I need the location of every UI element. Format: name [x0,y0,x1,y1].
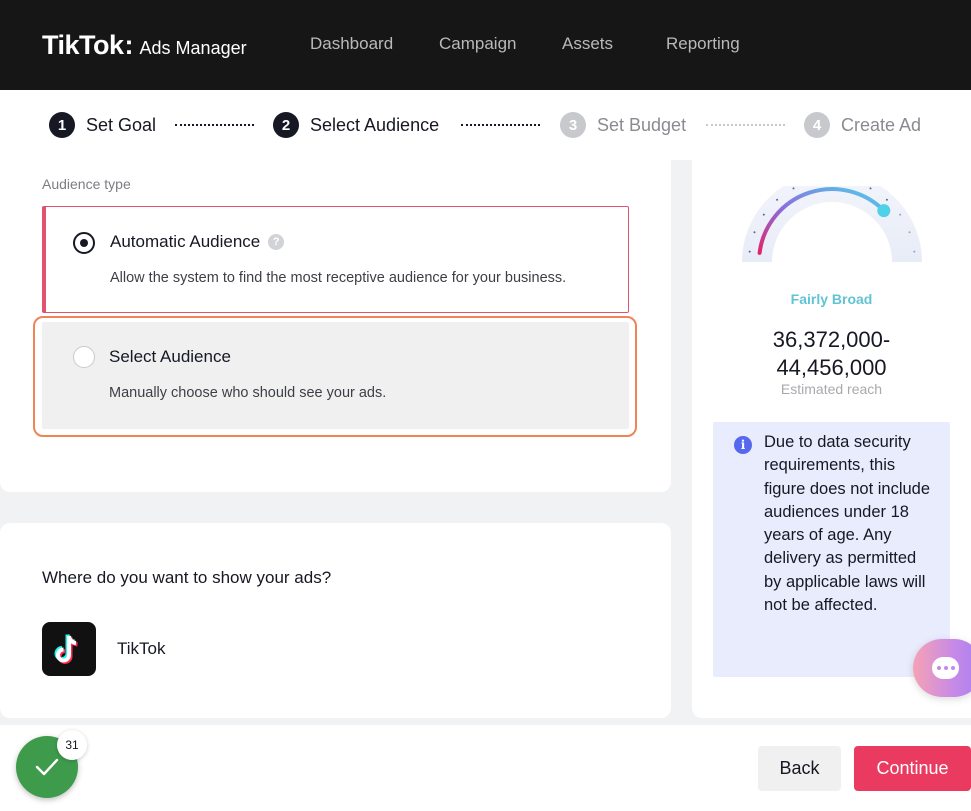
data-security-notice: i Due to data security requirements, thi… [713,422,950,677]
option-title: Automatic Audience ? [110,232,285,252]
step-select-audience[interactable]: 2 Select Audience [273,112,439,138]
tiktok-ads-manager-logo[interactable]: TikTok : Ads Manager [42,30,247,61]
gauge-tick [792,187,795,190]
automatic-audience-title: Automatic Audience [110,232,261,251]
gauge-tick [753,231,756,234]
gauge-tick [908,231,911,234]
continue-button[interactable]: Continue [854,746,971,791]
progress-count-badge: 31 [57,730,87,760]
logo-separator: : [124,30,134,60]
nav-campaign[interactable]: Campaign [439,34,517,54]
gauge-tick [776,198,779,201]
step-number: 3 [560,112,586,138]
gauge-tick [748,250,751,253]
audience-type-label: Audience type [42,176,131,192]
placement-question: Where do you want to show your ads? [42,568,332,587]
automatic-audience-radio[interactable] [73,232,95,254]
estimated-reach-range: 36,372,000- 44,456,000 [692,326,971,382]
step-label: Create Ad [841,114,922,135]
logo-brand: TikTok [42,30,124,60]
placement-card: Where do you want to show your ads? TikT… [0,523,671,718]
automatic-audience-description: Allow the system to find the most recept… [110,270,567,286]
tiktok-note-icon [54,634,78,664]
step-connector [461,124,540,126]
estimated-reach-panel: Fairly Broad 36,372,000- 44,456,000 Esti… [692,160,971,718]
estimated-reach-caption: Estimated reach [780,381,883,397]
data-security-notice-text: Due to data security requirements, this … [764,433,931,615]
step-label: Set Goal [86,114,157,135]
gauge-indicator [877,204,891,218]
gauge-tick [762,213,765,216]
chat-bubble-icon [932,657,959,679]
logo-product: Ads Manager [139,38,247,58]
back-button[interactable]: Back [758,746,841,791]
campaign-stepper: 1 Set Goal 2 Select Audience 3 Set Budge… [0,90,971,160]
nav-assets[interactable]: Assets [562,34,613,54]
nav-reporting[interactable]: Reporting [666,34,740,54]
step-number: 2 [273,112,299,138]
footer-bar: 31 Back Continue [0,725,971,811]
audience-size-gauge [742,186,922,262]
reach-level-label: Fairly Broad [790,291,873,307]
tiktok-app-icon [42,622,96,676]
step-set-goal[interactable]: 1 Set Goal [49,112,156,138]
gauge-tick [899,213,902,216]
step-connector [706,124,785,126]
info-icon: i [734,436,752,454]
step-create-ad[interactable]: 4 Create Ad [804,112,921,138]
chat-support-button[interactable] [913,639,971,697]
step-label: Set Budget [597,114,687,135]
step-number: 4 [804,112,830,138]
step-label: Select Audience [310,114,440,135]
select-audience-focus-ring [33,316,637,437]
nav-dashboard[interactable]: Dashboard [310,34,393,54]
step-set-budget[interactable]: 3 Set Budget [560,112,686,138]
checkmark-icon [35,758,59,776]
gauge-tick [869,187,872,190]
automatic-audience-option[interactable]: Automatic Audience ? Allow the system to… [42,206,629,313]
reach-range-line-1: 36,372,000- [772,327,891,352]
gauge-tick [885,198,888,201]
gauge-tick [913,250,916,253]
top-nav-bar: TikTok : Ads Manager Dashboard Campaign … [0,0,971,90]
reach-range-line-2: 44,456,000 [776,355,887,380]
help-icon[interactable]: ? [268,234,285,250]
step-number: 1 [49,112,75,138]
step-connector [175,124,254,126]
placement-tiktok-label: TikTok [117,639,166,658]
